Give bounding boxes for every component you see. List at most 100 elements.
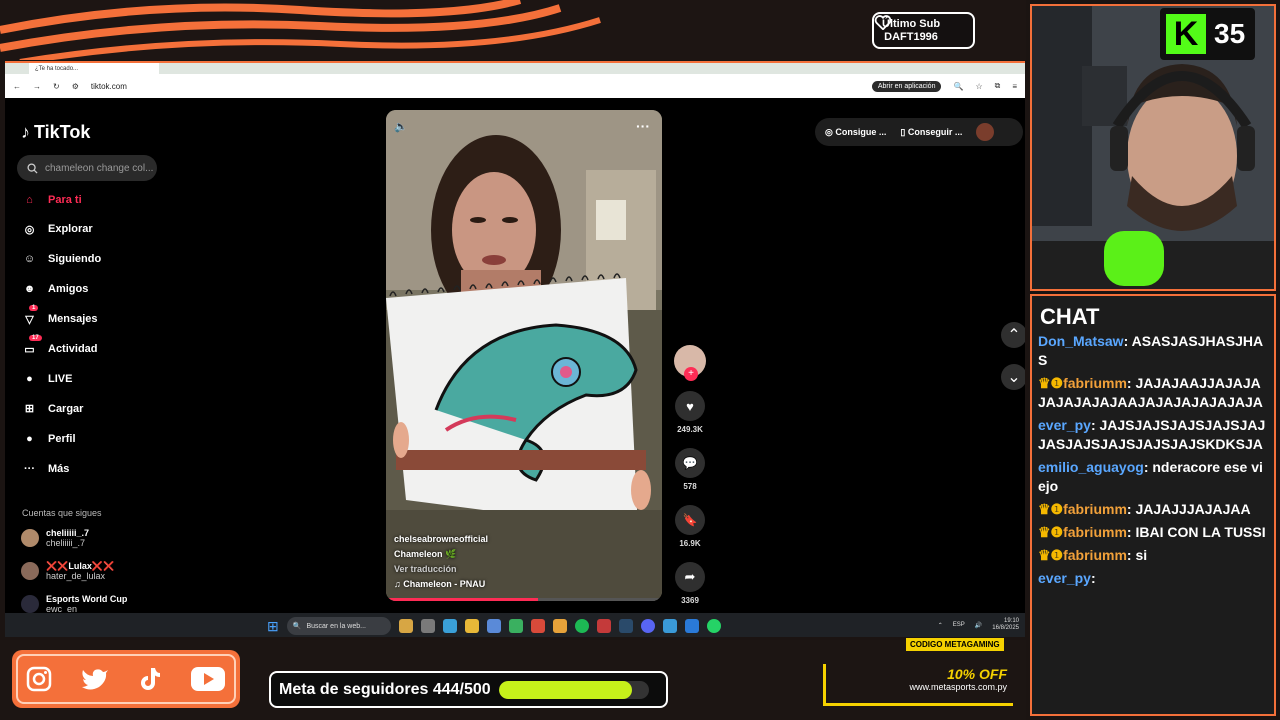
nav-item-perfil[interactable]: ● Perfil [21, 430, 76, 447]
sponsor-discount: 10% OFF [947, 666, 1007, 682]
chat-username[interactable]: fabriumm [1063, 547, 1127, 563]
chat-username[interactable]: Don_Matsaw [1038, 333, 1124, 349]
chat-username[interactable]: ever_py [1038, 417, 1091, 433]
viewer-count: 35 [1214, 18, 1246, 49]
taskbar-app-icon[interactable] [552, 619, 567, 633]
nav-item-label: Perfil [48, 432, 76, 445]
follower-goal-bar [498, 680, 649, 699]
chat-message: ever_py: JAJSJAJSJAJSJAJSJAJJASJAJSJAJSJ… [1038, 417, 1266, 452]
followed-account[interactable]: cheliiiii_.7 cheliiiii_.7 [21, 528, 89, 548]
clock[interactable]: 19:10 16/8/2025 [992, 618, 1019, 632]
nav-item-para-ti[interactable]: ⌂ Para ti [21, 191, 82, 208]
taskbar-app-icon[interactable] [464, 619, 479, 633]
follower-goal-label: Meta de seguidores 444/500 [279, 680, 491, 698]
language-indicator[interactable]: ESP [953, 622, 965, 628]
nav-item-m-s[interactable]: ··· Más [21, 460, 69, 477]
chat-message: ever_py: [1038, 570, 1096, 586]
following-icon: ☺ [23, 253, 36, 266]
chat-username[interactable]: fabriumm [1063, 501, 1127, 517]
forward-icon[interactable]: → [33, 82, 41, 91]
video-more-icon[interactable]: ··· [636, 118, 650, 134]
see-translation-link[interactable]: Ver traducción [394, 562, 488, 577]
video-music[interactable]: ♫ Chameleon - PNAU [394, 577, 488, 592]
chat-username[interactable]: ever_py [1038, 570, 1091, 586]
nav-item-explorar[interactable]: ◎ Explorar [21, 221, 93, 238]
save-button[interactable]: 🔖 [675, 505, 705, 535]
previous-video-button[interactable]: ⌃ [1001, 322, 1025, 348]
author-avatar[interactable]: + [674, 345, 706, 381]
nav-item-actividad[interactable]: ▭ 17 Actividad [21, 334, 98, 358]
chat-message: ♛❶fabriumm: si [1038, 547, 1148, 563]
taskbar-app-icon[interactable] [442, 619, 457, 633]
video-player[interactable]: 🔈 ··· chelseabrowneofficial Chameleon 🌿 … [386, 110, 662, 601]
whatsapp-icon[interactable] [706, 619, 721, 633]
open-in-app-button[interactable]: Abrir en aplicación [871, 80, 942, 92]
next-video-button[interactable]: ⌄ [1001, 364, 1025, 390]
video-caption: Chameleon 🌿 [394, 549, 457, 559]
top-right-actions: ◎ Consigue ... ▯ Conseguir ... [815, 118, 1023, 146]
nav-item-live[interactable]: ● LIVE [21, 370, 72, 387]
vscode-icon[interactable] [684, 619, 699, 633]
video-side-actions: + ♥ 249.3K 💬 578 🔖 16.9K ➦ 3369 [673, 345, 707, 615]
taskbar-search[interactable]: 🔍 Buscar en la web... [286, 617, 391, 635]
chat-username[interactable]: fabriumm [1063, 375, 1127, 391]
nav-item-label: Para ti [48, 193, 82, 206]
steam-icon[interactable] [618, 619, 633, 633]
comment-count: 578 [683, 482, 697, 491]
chat-message: Don_Matsaw: ASASJASJHASJHAS [1038, 333, 1264, 368]
nav-item-siguiendo[interactable]: ☺ Siguiendo [21, 251, 101, 268]
tray-chevron-icon[interactable]: ⌃ [938, 622, 943, 629]
like-button[interactable]: ♥ [675, 391, 705, 421]
share-button[interactable]: ➦ [675, 562, 705, 592]
followed-account[interactable]: ❌❌Lulax❌❌ hater_de_lulax [21, 561, 114, 581]
volume-icon[interactable]: 🔊 [975, 622, 982, 629]
chat-username[interactable]: fabriumm [1063, 524, 1127, 540]
nav-item-amigos[interactable]: ☻ Amigos [21, 281, 89, 298]
browser-tab[interactable]: ¿Te ha tocado... [29, 63, 159, 74]
video-progress-track[interactable] [386, 598, 662, 601]
taskbar-app-icon[interactable] [662, 619, 677, 633]
back-icon[interactable]: ← [13, 82, 21, 91]
get-app-button[interactable]: ▯ Conseguir ... [900, 127, 962, 138]
nav-item-mensajes[interactable]: ▽ 1 Mensajes [21, 304, 98, 328]
follow-plus-icon[interactable]: + [684, 367, 698, 381]
search-input[interactable]: chameleon change col... [17, 155, 157, 181]
zoom-icon[interactable]: 🔍 [953, 82, 963, 91]
comment-button[interactable]: 💬 [675, 448, 705, 478]
taskbar-app-icon[interactable] [486, 619, 501, 633]
chat-username[interactable]: emilio_aguayog [1038, 459, 1144, 475]
chat-title: CHAT [1040, 304, 1100, 329]
site-info-icon[interactable]: ⚙ [72, 82, 79, 91]
upload-icon: ⊞ [24, 403, 35, 416]
bookmark-star-icon[interactable]: ☆ [975, 82, 982, 91]
get-coins-button[interactable]: ◎ Consigue ... [825, 127, 886, 138]
crown-badge-icon: ♛❶ [1038, 547, 1064, 563]
taskbar-app-icon[interactable] [596, 619, 611, 633]
system-tray: ⌃ ESP 🔊 19:10 16/8/2025 [938, 618, 1019, 632]
discord-icon[interactable] [640, 619, 655, 633]
menu-icon[interactable]: ≡ [1012, 82, 1017, 91]
volume-icon[interactable]: 🔈 [394, 120, 408, 133]
url-field[interactable]: tiktok.com [91, 82, 860, 91]
last-sub-name: DAFT1996 [884, 30, 938, 43]
windows-start-icon[interactable]: ⊞ [267, 618, 279, 635]
profile-icon: ● [26, 432, 33, 445]
nav-item-label: Mensajes [48, 313, 98, 326]
spotify-icon[interactable] [574, 619, 589, 633]
account-name: Esports World Cup [46, 594, 128, 604]
chat-text: JAJAJJJAJAJAA [1135, 501, 1251, 517]
taskbar-app-icon[interactable] [398, 619, 413, 633]
user-avatar[interactable] [976, 123, 995, 141]
extensions-icon[interactable]: ⧉ [995, 81, 1001, 91]
followed-account[interactable]: Esports World Cup ewc_en [21, 594, 127, 614]
nav-item-label: Siguiendo [48, 253, 102, 266]
nav-item-cargar[interactable]: ⊞ Cargar [21, 400, 84, 417]
notification-badge: 1 [29, 304, 39, 311]
tiktok-logo[interactable]: ♪ TikTok [21, 122, 90, 143]
taskbar-app-icon[interactable] [420, 619, 435, 633]
video-author[interactable]: chelseabrowneofficial [394, 532, 488, 547]
top-banner: Último Sub DAFT1996 [0, 0, 1026, 60]
taskbar-app-icon[interactable] [508, 619, 523, 633]
reload-icon[interactable]: ↻ [53, 82, 60, 91]
taskbar-app-icon[interactable] [530, 619, 545, 633]
